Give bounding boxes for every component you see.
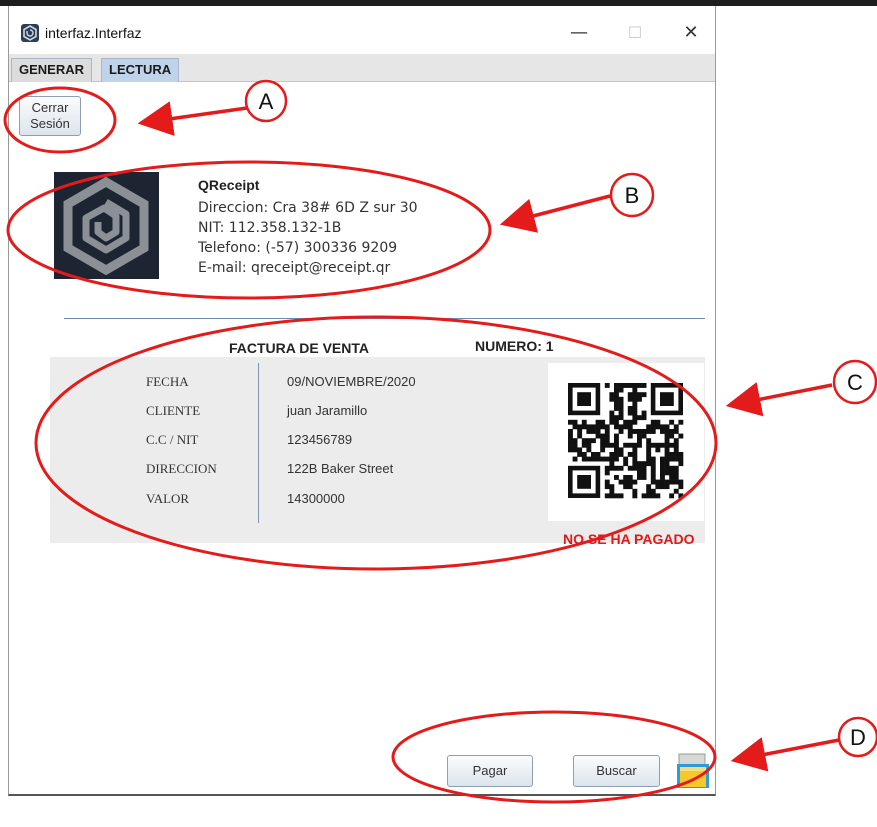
- annotation-ellipse-d: [391, 710, 717, 804]
- marker-b-letter: B: [625, 183, 640, 208]
- marker-a-letter: A: [259, 89, 274, 114]
- annotation-markers: A B C D: [244, 79, 877, 758]
- marker-c-letter: C: [847, 370, 863, 395]
- annotation-layer: A B C D: [3, 79, 877, 804]
- annotation-ellipse-a: [3, 86, 117, 154]
- marker-d-letter: D: [850, 725, 866, 750]
- annotation-ellipse-b: [6, 160, 492, 300]
- annotation-arrow-b: [499, 194, 611, 233]
- annotation-arrow-a: [137, 101, 248, 136]
- annotation-arrow-d: [730, 737, 840, 772]
- annotation-arrow-c: [725, 382, 833, 417]
- annotation-ellipse-c: [34, 315, 718, 571]
- annotation-arrows: [137, 101, 840, 772]
